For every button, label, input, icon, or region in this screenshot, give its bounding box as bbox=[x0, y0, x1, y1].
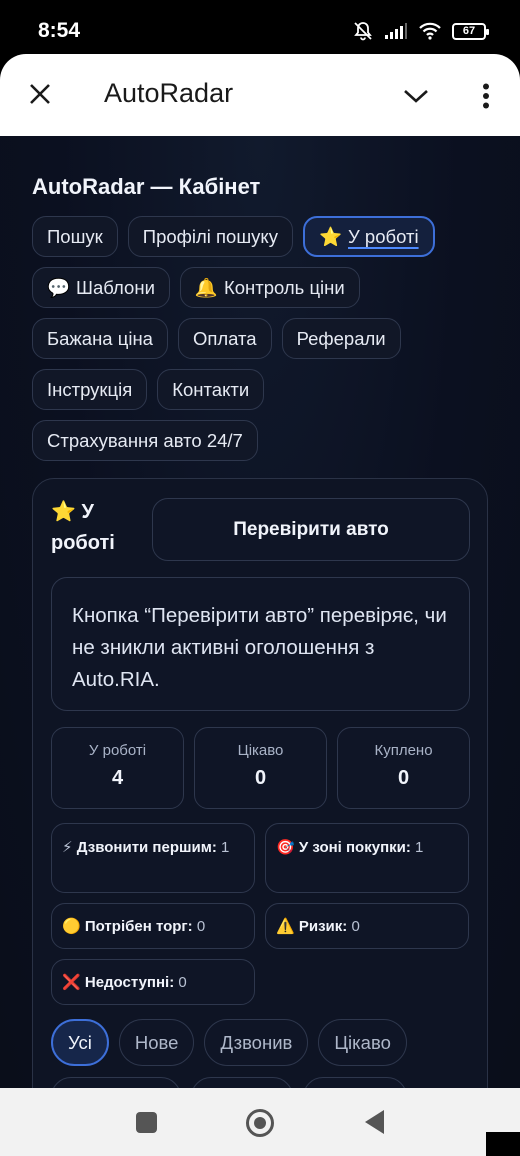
status-badges: ⚡ Дзвонити першим: 1 🎯 У зоні покупки: 1… bbox=[51, 823, 470, 1005]
tab-price-control[interactable]: 🔔 Контроль ціни bbox=[179, 267, 360, 308]
in-work-card: ⭐ У роботі Перевірити авто Кнопка “Перев… bbox=[32, 478, 488, 1088]
status-filters-more bbox=[51, 1077, 491, 1088]
filter-interesting[interactable]: Цікаво bbox=[318, 1019, 407, 1066]
tab-templates[interactable]: 💬 Шаблони bbox=[32, 267, 170, 308]
stat-label: Цікаво bbox=[237, 742, 284, 759]
filter-all[interactable]: Усі bbox=[51, 1019, 109, 1066]
badge-label: Потрібен торг: bbox=[84, 918, 193, 935]
speech-bubble-icon: 💬 bbox=[47, 276, 71, 298]
cross-mark-icon: ❌ bbox=[62, 974, 81, 991]
filter-chip[interactable] bbox=[51, 1077, 181, 1088]
info-text: Кнопка “Перевірити авто” перевіряє, чи н… bbox=[51, 577, 470, 711]
tab-label: Оплата bbox=[192, 327, 257, 349]
stat-value: 4 bbox=[111, 767, 124, 789]
star-icon: ⭐ bbox=[51, 501, 76, 523]
chevron-down-icon bbox=[404, 90, 428, 103]
stat-label: Куплено bbox=[374, 742, 433, 759]
tab-label: Шаблони bbox=[76, 276, 155, 298]
badge-unavailable: ❌ Недоступні: 0 bbox=[51, 959, 255, 1005]
filter-chip[interactable] bbox=[303, 1077, 407, 1088]
more-vertical-icon bbox=[483, 83, 489, 109]
stat-value: 0 bbox=[254, 767, 267, 789]
star-icon: ⭐ bbox=[318, 225, 343, 247]
tab-in-work[interactable]: ⭐ У роботі bbox=[302, 216, 435, 257]
badge-label: Недоступні: bbox=[84, 974, 175, 991]
tab-label: Реферали bbox=[296, 327, 386, 349]
tab-instructions[interactable]: Інструкція bbox=[32, 369, 148, 410]
badge-label: У зоні покупки: bbox=[298, 839, 411, 856]
more-options-button[interactable] bbox=[468, 76, 504, 116]
tab-referrals[interactable]: Реферали bbox=[281, 318, 401, 359]
yellow-circle-icon: 🟡 bbox=[62, 918, 81, 935]
tab-label: У роботі bbox=[348, 225, 419, 247]
tab-label: Пошук bbox=[47, 225, 103, 247]
tab-label: Контроль ціни bbox=[223, 276, 345, 298]
badge-value: 0 bbox=[196, 918, 206, 935]
badge-label: Дзвонити першим: bbox=[76, 839, 217, 856]
system-nav-bar bbox=[0, 1088, 520, 1156]
expand-button[interactable] bbox=[398, 78, 434, 114]
filter-called[interactable]: Дзвонив bbox=[204, 1019, 309, 1066]
bell-muted-icon bbox=[354, 22, 372, 41]
stat-value: 0 bbox=[397, 767, 410, 789]
screen-corner bbox=[486, 1132, 520, 1156]
page-title: AutoRadar — Кабінет bbox=[32, 174, 261, 199]
badge-label: Ризик: bbox=[298, 918, 348, 935]
tab-payment[interactable]: Оплата bbox=[177, 318, 272, 359]
status-filters: Усі Нове Дзвонив Цікаво bbox=[51, 1019, 491, 1066]
badge-value: 1 bbox=[415, 839, 424, 856]
tab-search[interactable]: Пошук bbox=[32, 216, 118, 257]
battery-level: 67 bbox=[462, 25, 476, 37]
tab-label: Інструкція bbox=[47, 378, 133, 400]
tab-label: Контакти bbox=[172, 378, 250, 400]
target-icon: 🎯 bbox=[276, 839, 295, 856]
badge-need-bargain: 🟡 Потрібен торг: 0 bbox=[51, 903, 255, 949]
badge-call-first: ⚡ Дзвонити першим: 1 bbox=[51, 823, 255, 893]
filter-chip[interactable] bbox=[191, 1077, 293, 1088]
close-icon bbox=[30, 84, 50, 104]
tab-bar: Пошук Профілі пошуку ⭐ У роботі 💬 Шаблон… bbox=[32, 216, 492, 461]
tab-label: Страхування авто 24/7 bbox=[47, 429, 243, 451]
stats-row: У роботі 4 Цікаво 0 Куплено 0 bbox=[51, 727, 470, 809]
app-title: AutoRadar bbox=[104, 78, 234, 108]
badge-value: 0 bbox=[178, 974, 187, 991]
card-heading: ⭐ У роботі bbox=[51, 497, 141, 559]
status-time: 8:54 bbox=[38, 19, 81, 42]
tab-label: Профілі пошуку bbox=[142, 225, 278, 247]
stat-interesting: Цікаво 0 bbox=[194, 727, 327, 809]
badge-buy-zone: 🎯 У зоні покупки: 1 bbox=[265, 823, 469, 893]
tab-label: Бажана ціна bbox=[47, 327, 153, 349]
warning-icon: ⚠️ bbox=[276, 918, 295, 935]
tab-insurance[interactable]: Страхування авто 24/7 bbox=[32, 420, 258, 461]
stat-label: У роботі bbox=[88, 742, 147, 759]
tab-desired-price[interactable]: Бажана ціна bbox=[32, 318, 168, 359]
tab-contacts[interactable]: Контакти bbox=[157, 369, 265, 410]
bell-icon: 🔔 bbox=[194, 276, 218, 298]
stat-in-work: У роботі 4 bbox=[51, 727, 184, 809]
badge-risk: ⚠️ Ризик: 0 bbox=[265, 903, 469, 949]
close-button[interactable] bbox=[22, 76, 58, 112]
status-icons: 67 bbox=[352, 20, 489, 42]
wifi-icon bbox=[419, 22, 441, 40]
battery-icon: 67 bbox=[452, 22, 489, 40]
status-bar: 8:54 67 bbox=[0, 0, 520, 62]
tab-search-profiles[interactable]: Профілі пошуку bbox=[127, 216, 293, 257]
stat-bought: Куплено 0 bbox=[337, 727, 470, 809]
badge-value: 1 bbox=[221, 839, 230, 856]
lightning-icon: ⚡ bbox=[62, 839, 73, 856]
badge-value: 0 bbox=[351, 918, 360, 935]
filter-new[interactable]: Нове bbox=[118, 1019, 195, 1066]
signal-icon bbox=[385, 23, 407, 39]
recent-apps-icon[interactable] bbox=[136, 1112, 157, 1133]
check-cars-button[interactable]: Перевірити авто bbox=[152, 498, 470, 561]
app-bar: AutoRadar bbox=[0, 54, 520, 136]
back-icon[interactable] bbox=[365, 1110, 384, 1134]
home-icon[interactable] bbox=[246, 1109, 274, 1137]
cabinet-page: AutoRadar — Кабінет Пошук Профілі пошуку… bbox=[0, 136, 520, 1088]
